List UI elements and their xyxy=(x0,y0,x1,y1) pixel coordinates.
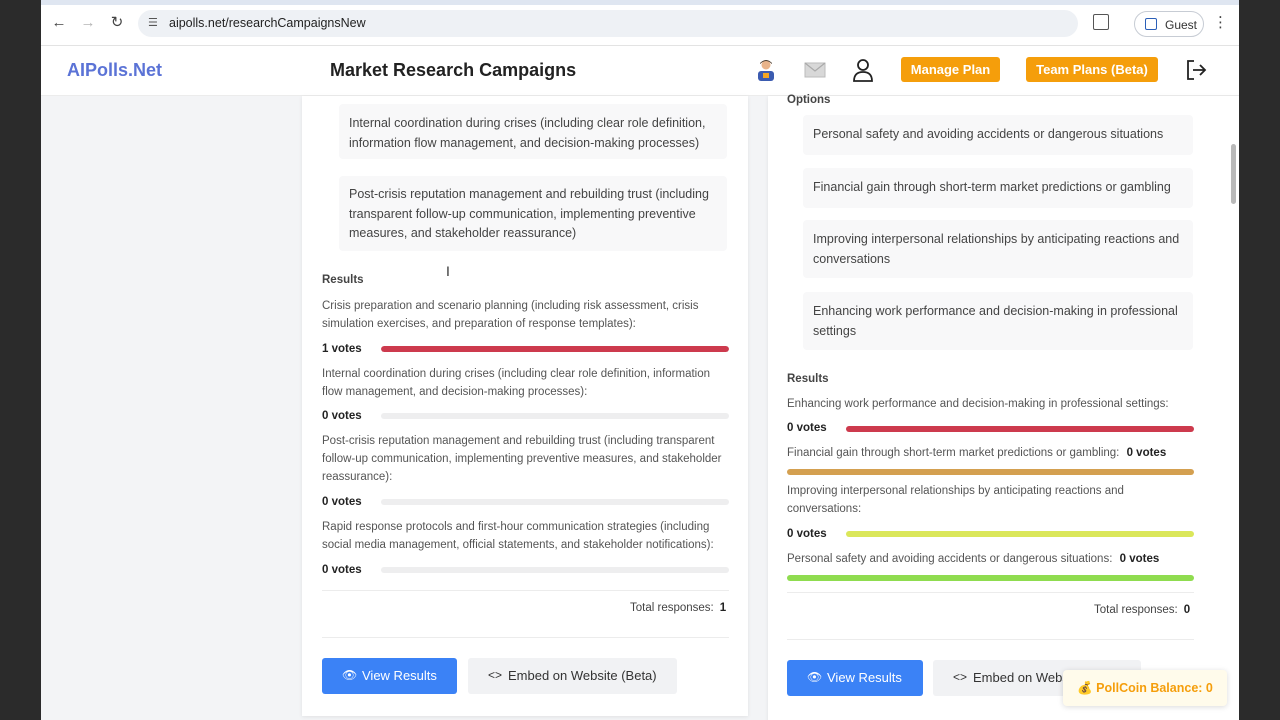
result-label: Post-crisis reputation management and re… xyxy=(322,435,722,483)
address-bar[interactable]: ☰ aipolls.net/researchCampaignsNew xyxy=(138,10,1078,37)
option-text: Personal safety and avoiding accidents o… xyxy=(813,127,1164,141)
vote-count: 0 votes xyxy=(322,410,362,422)
options-heading: Options xyxy=(787,94,831,106)
divider xyxy=(787,639,1194,640)
campaign-card-right: Options Personal safety and avoiding acc… xyxy=(768,94,1239,720)
result-bar xyxy=(787,469,1194,475)
view-results-button[interactable]: 👁 View Results xyxy=(322,658,457,694)
app-header: AIPolls.Net Market Research Campaigns Ma… xyxy=(41,46,1239,96)
result-label: Financial gain through short-term market… xyxy=(787,444,1207,462)
total-value: 1 xyxy=(719,602,727,614)
user-icon[interactable] xyxy=(851,58,875,82)
result-bar xyxy=(381,567,729,573)
back-icon[interactable]: ← xyxy=(49,13,69,33)
profile-button[interactable]: Guest xyxy=(1134,11,1204,37)
result-bar xyxy=(846,426,1194,432)
browser-menu-icon[interactable]: ⋮ xyxy=(1213,13,1228,31)
total-value: 0 xyxy=(1183,604,1191,616)
code-icon: <> xyxy=(488,668,503,682)
result-bar xyxy=(846,531,1194,537)
result-label: Rapid response protocols and first-hour … xyxy=(322,521,714,551)
option-text: Internal coordination during crises (inc… xyxy=(349,116,706,150)
logout-icon[interactable] xyxy=(1184,58,1208,82)
vote-count: 0 votes xyxy=(1119,553,1160,565)
mail-icon[interactable] xyxy=(803,58,827,82)
total-responses: Total responses: 0 xyxy=(1094,604,1190,616)
divider xyxy=(787,592,1194,593)
vote-count: 0 votes xyxy=(1126,447,1167,459)
browser-window: ← → ↻ ☰ aipolls.net/researchCampaignsNew… xyxy=(41,0,1239,720)
embed-label: Embed on Website (Beta) xyxy=(508,668,657,683)
embed-label: Embed on Webs xyxy=(973,670,1069,685)
view-results-label: View Results xyxy=(362,668,437,683)
option-text: Enhancing work performance and decision-… xyxy=(813,304,1178,338)
result-bar xyxy=(381,346,729,352)
code-icon: <> xyxy=(953,670,968,684)
result-label: Improving interpersonal relationships by… xyxy=(787,485,1124,515)
profile-label: Guest xyxy=(1165,18,1198,32)
option-item: Improving interpersonal relationships by… xyxy=(803,220,1193,278)
option-item: Post-crisis reputation management and re… xyxy=(339,176,727,251)
vote-count: 0 votes xyxy=(322,496,362,508)
campaign-card-left: Internal coordination during crises (inc… xyxy=(302,96,748,716)
vote-count: 0 votes xyxy=(787,528,827,540)
site-settings-icon[interactable]: ☰ xyxy=(148,16,163,31)
assistant-avatar-icon[interactable] xyxy=(754,58,778,82)
profile-icon xyxy=(1145,18,1157,30)
result-label: Enhancing work performance and decision-… xyxy=(787,398,1169,410)
forward-icon[interactable]: → xyxy=(78,13,98,33)
option-item: Enhancing work performance and decision-… xyxy=(803,292,1193,350)
vote-count: 0 votes xyxy=(322,564,362,576)
total-label: Total responses: xyxy=(630,602,714,614)
result-label-text: Financial gain through short-term market… xyxy=(787,447,1120,459)
result-label-text: Personal safety and avoiding accidents o… xyxy=(787,553,1113,565)
result-label: Internal coordination during crises (inc… xyxy=(322,368,711,398)
results-heading: Results xyxy=(787,373,829,385)
option-item: Personal safety and avoiding accidents o… xyxy=(803,115,1193,155)
cast-icon[interactable] xyxy=(1093,14,1109,30)
result-bar xyxy=(787,575,1194,581)
view-results-label: View Results xyxy=(827,670,902,685)
pollcoin-balance-badge[interactable]: 💰 PollCoin Balance: 0 xyxy=(1063,670,1227,706)
embed-button[interactable]: <> Embed on Website (Beta) xyxy=(468,658,677,694)
tab-strip xyxy=(41,0,1239,5)
result-bar xyxy=(381,499,729,505)
url-text: aipolls.net/researchCampaignsNew xyxy=(169,16,366,30)
divider xyxy=(322,590,729,591)
page-title: Market Research Campaigns xyxy=(330,60,577,80)
team-plans-button[interactable]: Team Plans (Beta) xyxy=(1026,57,1158,82)
option-item: Financial gain through short-term market… xyxy=(803,168,1193,208)
eye-icon: 👁 xyxy=(807,670,823,684)
reload-icon[interactable]: ↻ xyxy=(107,13,127,33)
view-results-button[interactable]: 👁 View Results xyxy=(787,660,923,696)
option-item: Internal coordination during crises (inc… xyxy=(339,104,727,159)
logo[interactable]: AIPolls.Net xyxy=(67,60,162,81)
result-label: Crisis preparation and scenario planning… xyxy=(322,300,699,330)
option-text: Post-crisis reputation management and re… xyxy=(349,187,709,240)
total-label: Total responses: xyxy=(1094,604,1178,616)
text-cursor-icon: I xyxy=(446,263,450,279)
total-responses: Total responses: 1 xyxy=(630,602,726,614)
result-bar-fill xyxy=(381,346,729,352)
vote-count: 0 votes xyxy=(787,422,827,434)
eye-icon: 👁 xyxy=(342,668,358,682)
results-heading: Results xyxy=(322,274,364,286)
option-text: Improving interpersonal relationships by… xyxy=(813,232,1180,266)
vote-count: 1 votes xyxy=(322,343,362,355)
option-text: Financial gain through short-term market… xyxy=(813,180,1171,194)
manage-plan-button[interactable]: Manage Plan xyxy=(901,57,1000,82)
browser-toolbar: ← → ↻ ☰ aipolls.net/researchCampaignsNew… xyxy=(41,0,1239,46)
result-label: Personal safety and avoiding accidents o… xyxy=(787,550,1217,568)
result-bar xyxy=(381,413,729,419)
divider xyxy=(322,637,729,638)
page-scrollbar[interactable] xyxy=(1231,144,1236,204)
